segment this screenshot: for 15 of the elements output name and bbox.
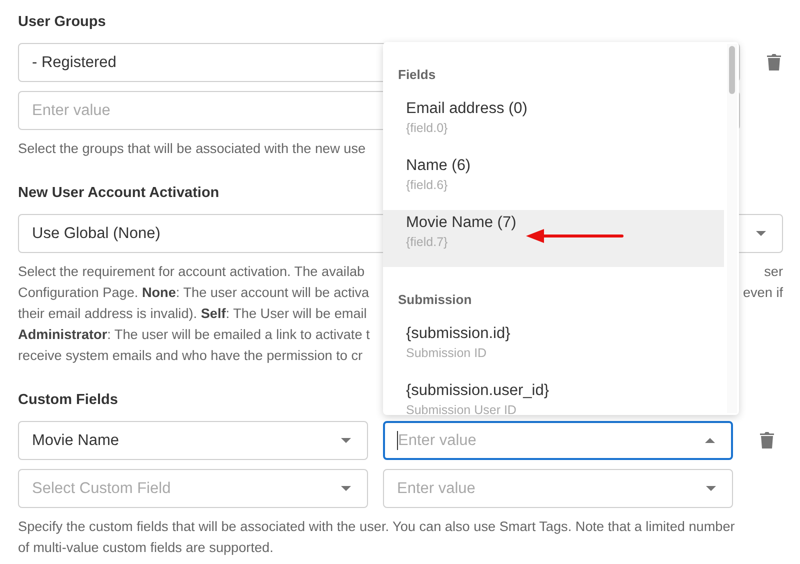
help-text: of multi-value custom fields are supported. — [18, 539, 274, 557]
help-text: Select the requirement for account activation. The availab — [18, 263, 365, 281]
help-text: their email address is invalid). Self: The User will be email — [18, 305, 367, 323]
section-label: New User Account Activation — [18, 184, 220, 203]
help-text: Configuration Page. None: The user account will be activa — [18, 284, 370, 302]
help-text: ser — [764, 263, 783, 281]
help-text: Specify the custom fields that will be associated with the user. You can also use Smart Tags. Note that a limited number — [18, 518, 735, 536]
help-text: Select the groups that will be associated with the new use — [18, 140, 366, 158]
help-text: Administrator: The user will be emailed a link to activate t — [18, 326, 370, 344]
group-heading: Fields — [398, 66, 436, 84]
help-text: even if — [742, 284, 783, 302]
section-label: Custom Fields — [18, 391, 118, 410]
group-heading: Submission — [398, 291, 472, 309]
help-text: receive system emails and who have the permission to cr — [18, 347, 363, 365]
section-label: User Groups — [18, 13, 106, 32]
